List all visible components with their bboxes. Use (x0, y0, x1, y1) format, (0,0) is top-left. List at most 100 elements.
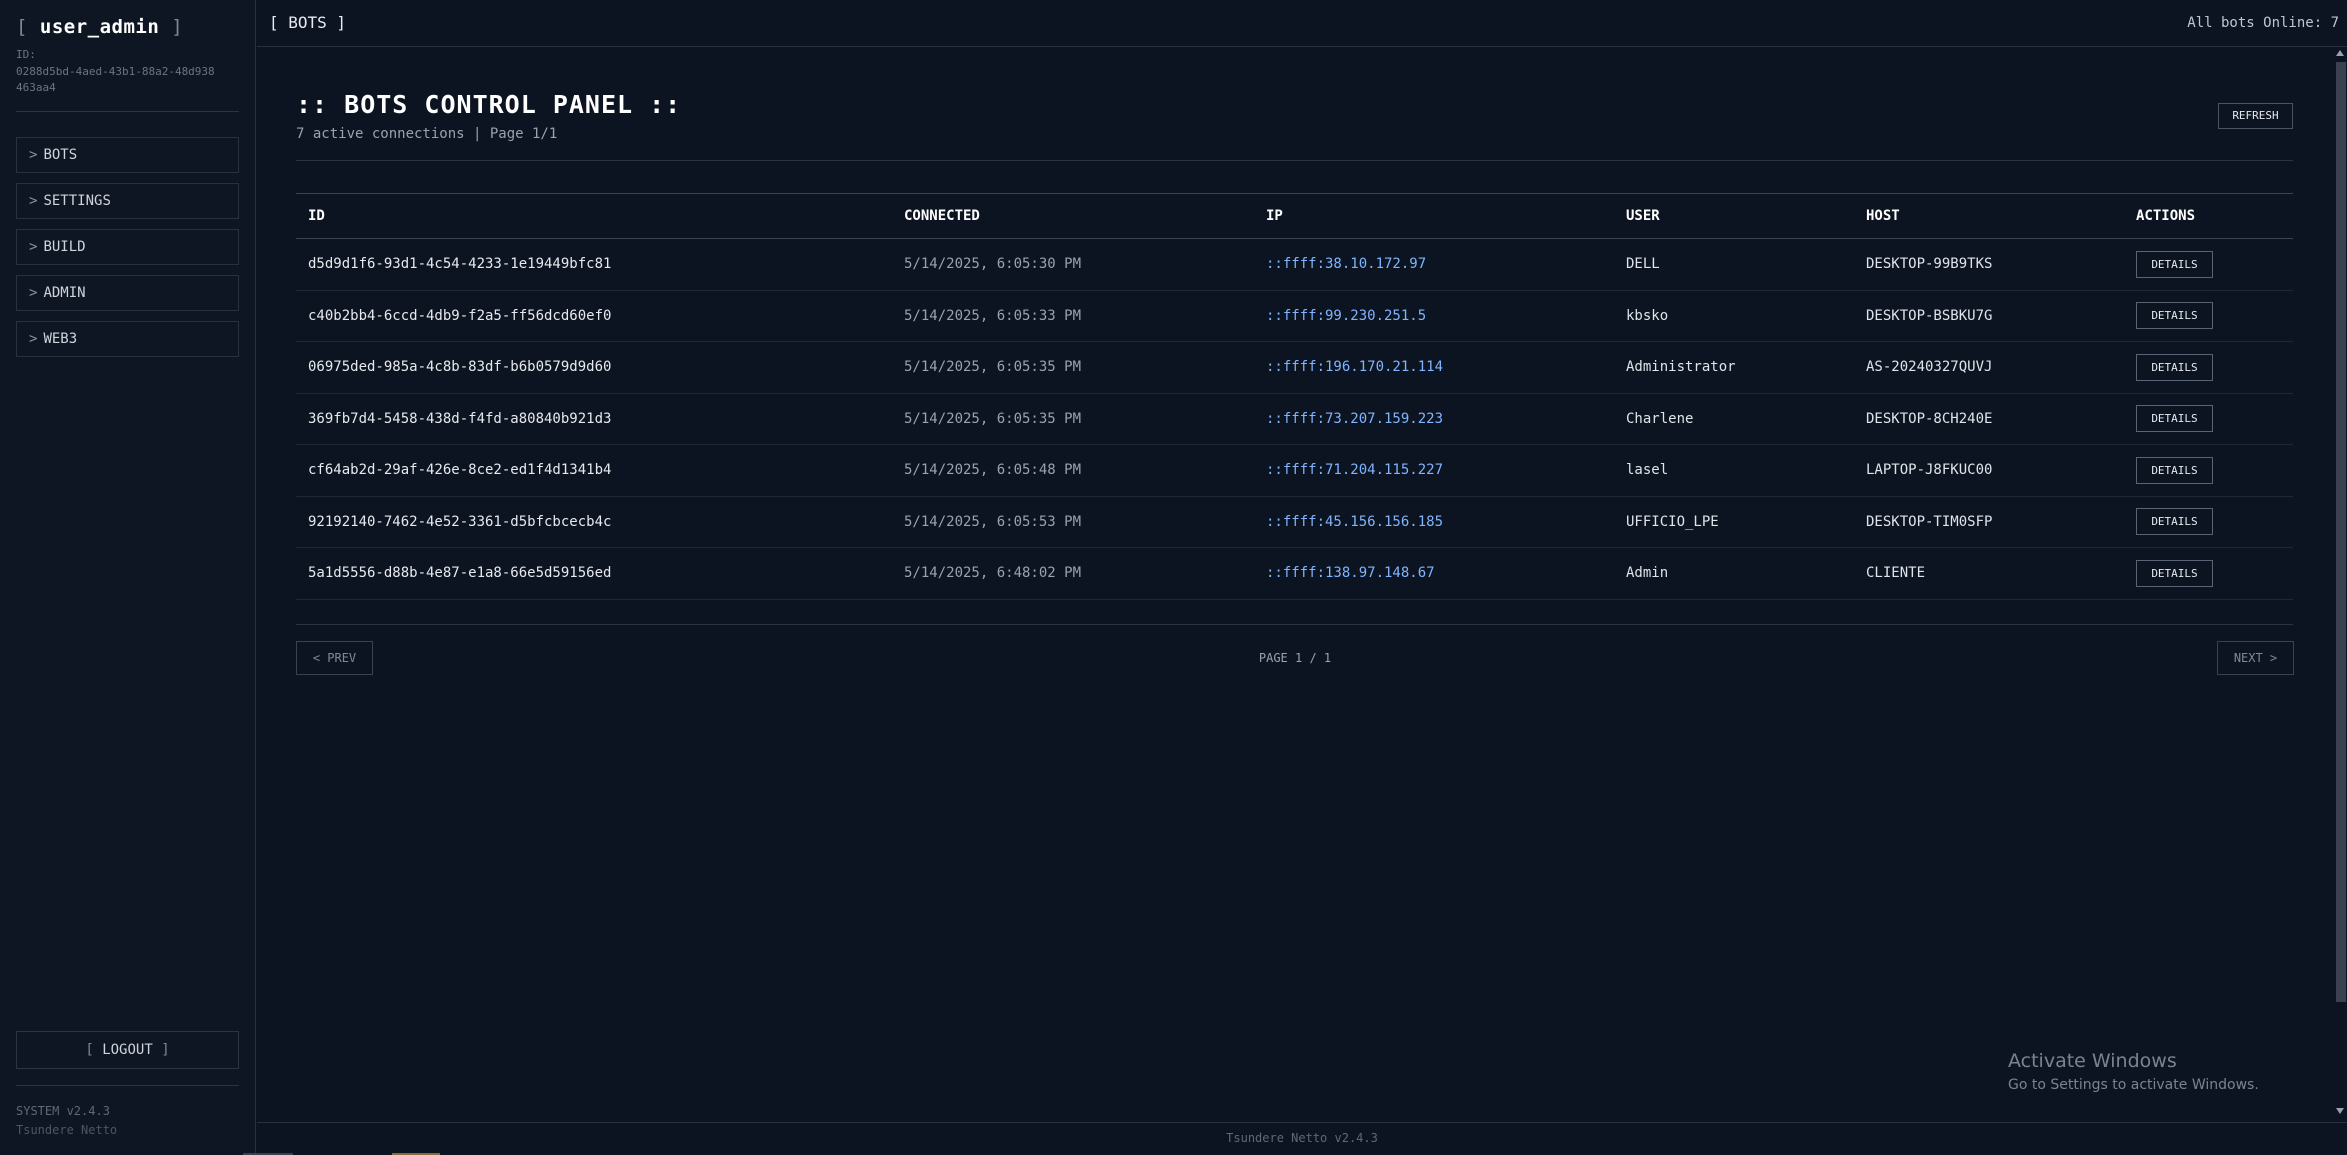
sidebar-item-label: ADMIN (43, 285, 86, 301)
bot-user: lasel (1614, 444, 1854, 497)
details-button[interactable]: DETAILS (2136, 405, 2213, 433)
pagination-divider (296, 624, 2293, 625)
bot-host: AS-20240327QUVJ (1854, 341, 2124, 394)
chevron-right-icon: > (29, 193, 38, 209)
scroll-down-arrow-icon[interactable] (2336, 1108, 2344, 1114)
user-id-label: ID: (16, 48, 36, 61)
bot-ip: ::ffff:138.97.148.67 (1254, 547, 1614, 600)
details-button[interactable]: DETAILS (2136, 508, 2213, 536)
scroll-up-arrow-icon[interactable] (2336, 50, 2344, 56)
column-header-connected: CONNECTED (892, 193, 1254, 239)
bot-actions: DETAILS (2124, 238, 2293, 291)
bot-user: kbsko (1614, 290, 1854, 342)
chevron-right-icon: > (29, 147, 38, 163)
panel-subtitle: 7 active connections | Page 1/1 (296, 126, 558, 142)
refresh-button[interactable]: REFRESH (2218, 103, 2293, 129)
column-header-id: ID (296, 193, 892, 239)
bot-host: DESKTOP-BSBKU7G (1854, 290, 2124, 342)
bot-ip: ::ffff:99.230.251.5 (1254, 290, 1614, 342)
logout-label: LOGOUT (102, 1042, 153, 1058)
bot-connected-time: 5/14/2025, 6:05:53 PM (892, 496, 1254, 548)
footer: Tsundere Netto v2.4.3 (257, 1122, 2347, 1155)
sidebar-item-admin[interactable]: > ADMIN (16, 275, 239, 311)
bot-actions: DETAILS (2124, 341, 2293, 394)
bot-id: c40b2bb4-6ccd-4db9-f2a5-ff56dcd60ef0 (296, 290, 892, 342)
user-id: 0288d5bd-4aed-43b1-88a2-48d938463aa4 (16, 65, 215, 94)
bot-id: 5a1d5556-d88b-4e87-e1a8-66e5d59156ed (296, 547, 892, 600)
table-row: 5a1d5556-d88b-4e87-e1a8-66e5d59156ed 5/1… (296, 547, 2293, 600)
table-row: c40b2bb4-6ccd-4db9-f2a5-ff56dcd60ef0 5/1… (296, 290, 2293, 342)
sidebar-item-label: WEB3 (43, 331, 78, 347)
bot-host: LAPTOP-J8FKUC00 (1854, 444, 2124, 497)
sidebar-item-label: SETTINGS (43, 193, 111, 209)
bot-connected-time: 5/14/2025, 6:05:35 PM (892, 393, 1254, 445)
bots-online-status: All bots Online: 7 (2187, 15, 2339, 31)
bot-ip: ::ffff:196.170.21.114 (1254, 341, 1614, 394)
bot-host: CLIENTE (1854, 547, 2124, 600)
bot-ip: ::ffff:45.156.156.185 (1254, 496, 1614, 548)
prev-page-button[interactable]: < PREV (296, 641, 373, 675)
column-header-ip: IP (1254, 193, 1614, 239)
bot-connected-time: 5/14/2025, 6:05:33 PM (892, 290, 1254, 342)
bot-host: DESKTOP-99B9TKS (1854, 238, 2124, 291)
sidebar: [ user_admin ] ID: 0288d5bd-4aed-43b1-88… (0, 0, 256, 1155)
bots-table: ID CONNECTED IP USER HOST ACTIONS d5d9d1… (296, 193, 2293, 600)
table-row: d5d9d1f6-93d1-4c54-4233-1e19449bfc81 5/1… (296, 238, 2293, 291)
header-divider (296, 160, 2293, 161)
bot-id: 06975ded-985a-4c8b-83df-b6b0579d9d60 (296, 341, 892, 394)
details-button[interactable]: DETAILS (2136, 250, 2213, 278)
logout-open-bracket: [ (85, 1042, 94, 1058)
details-button[interactable]: DETAILS (2136, 302, 2213, 330)
column-header-user: USER (1614, 193, 1854, 239)
top-bar: [ BOTS ] All bots Online: 7 (257, 0, 2347, 47)
panel-title: :: BOTS CONTROL PANEL :: (296, 90, 682, 119)
chevron-right-icon: > (29, 331, 38, 347)
page-title: [ BOTS ] (269, 13, 347, 32)
details-button[interactable]: DETAILS (2136, 353, 2213, 381)
bot-id: 92192140-7462-4e52-3361-d5bfcbcecb4c (296, 496, 892, 548)
bot-connected-time: 5/14/2025, 6:05:48 PM (892, 444, 1254, 497)
column-header-host: HOST (1854, 193, 2124, 239)
table-header-row: ID CONNECTED IP USER HOST ACTIONS (296, 193, 2293, 239)
bot-user: Charlene (1614, 393, 1854, 445)
bot-connected-time: 5/14/2025, 6:48:02 PM (892, 547, 1254, 600)
bot-actions: DETAILS (2124, 496, 2293, 548)
bot-id: cf64ab2d-29af-426e-8ce2-ed1f4d1341b4 (296, 444, 892, 497)
sidebar-item-build[interactable]: > BUILD (16, 229, 239, 265)
sidebar-divider (16, 111, 239, 112)
sidebar-item-bots[interactable]: > BOTS (16, 137, 239, 173)
bot-ip: ::ffff:38.10.172.97 (1254, 238, 1614, 291)
system-name: Tsundere Netto (16, 1123, 118, 1137)
user-name: user_admin (39, 16, 160, 38)
bot-actions: DETAILS (2124, 444, 2293, 497)
table-row: 369fb7d4-5458-438d-f4fd-a80840b921d3 5/1… (296, 393, 2293, 445)
details-button[interactable]: DETAILS (2136, 456, 2213, 484)
bot-connected-time: 5/14/2025, 6:05:30 PM (892, 238, 1254, 291)
column-header-actions: ACTIONS (2124, 193, 2293, 239)
sidebar-footer-divider (16, 1085, 239, 1086)
chevron-right-icon: > (29, 239, 38, 255)
chevron-right-icon: > (29, 285, 38, 301)
app-root: [ user_admin ] ID: 0288d5bd-4aed-43b1-88… (0, 0, 2347, 1155)
user-title: [ user_admin ] (16, 16, 183, 38)
logout-button[interactable]: [ LOGOUT ] (16, 1031, 239, 1069)
table-row: 06975ded-985a-4c8b-83df-b6b0579d9d60 5/1… (296, 341, 2293, 394)
bot-user: Administrator (1614, 341, 1854, 394)
bot-actions: DETAILS (2124, 290, 2293, 342)
bot-user: UFFICIO_LPE (1614, 496, 1854, 548)
sidebar-item-label: BOTS (43, 147, 78, 163)
bot-user: DELL (1614, 238, 1854, 291)
scrollbar-thumb[interactable] (2336, 62, 2346, 1002)
table-row: 92192140-7462-4e52-3361-d5bfcbcecb4c 5/1… (296, 496, 2293, 548)
page-indicator: PAGE 1 / 1 (1258, 651, 1332, 665)
footer-version: Tsundere Netto v2.4.3 (1226, 1131, 1378, 1145)
activate-windows-title: Activate Windows (2008, 1050, 2177, 1072)
next-page-button[interactable]: NEXT > (2217, 641, 2294, 675)
activate-windows-subtitle: Go to Settings to activate Windows. (2008, 1077, 2259, 1093)
table-row: cf64ab2d-29af-426e-8ce2-ed1f4d1341b4 5/1… (296, 444, 2293, 497)
bot-user: Admin (1614, 547, 1854, 600)
details-button[interactable]: DETAILS (2136, 559, 2213, 587)
sidebar-item-web3[interactable]: > WEB3 (16, 321, 239, 357)
bot-ip: ::ffff:73.207.159.223 (1254, 393, 1614, 445)
sidebar-item-settings[interactable]: > SETTINGS (16, 183, 239, 219)
